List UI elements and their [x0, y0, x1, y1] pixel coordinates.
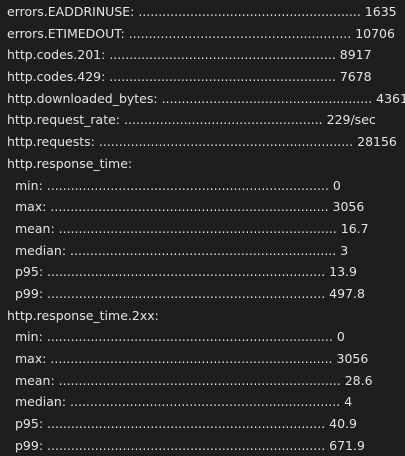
metric-line: http.request_rate: .....................… [7, 112, 376, 128]
metric-line: http.codes.201: ........................… [7, 47, 372, 63]
metric-line: mean: ..................................… [15, 220, 369, 236]
metric-line: http.downloaded_bytes: .................… [7, 90, 405, 106]
metric-line: p95: ...................................… [15, 264, 357, 280]
metric-line: p99: ...................................… [15, 285, 365, 301]
metric-line: p95: ...................................… [15, 416, 357, 432]
terminal-output: errors.EADDRINUSE: .....................… [0, 0, 405, 453]
metric-line: errors.ETIMEDOUT: ......................… [7, 25, 395, 41]
metric-line: median: ................................… [15, 242, 349, 258]
metric-line: min: ...................................… [15, 329, 345, 345]
metric-line: min: ...................................… [15, 177, 341, 193]
metric-line: max: ...................................… [15, 351, 369, 366]
metric-group-heading: http.response_time: [7, 155, 133, 171]
metric-line: max: ...................................… [15, 199, 365, 215]
metric-line: http.codes.429: ........................… [7, 69, 372, 85]
metric-group-heading: http.response_time.2xx: [7, 307, 159, 323]
metric-line: errors.EADDRINUSE: .....................… [7, 4, 397, 19]
metric-line: mean: ..................................… [15, 372, 373, 388]
metric-line: median: ................................… [15, 394, 353, 410]
metric-line: http.requests: .........................… [7, 134, 397, 150]
